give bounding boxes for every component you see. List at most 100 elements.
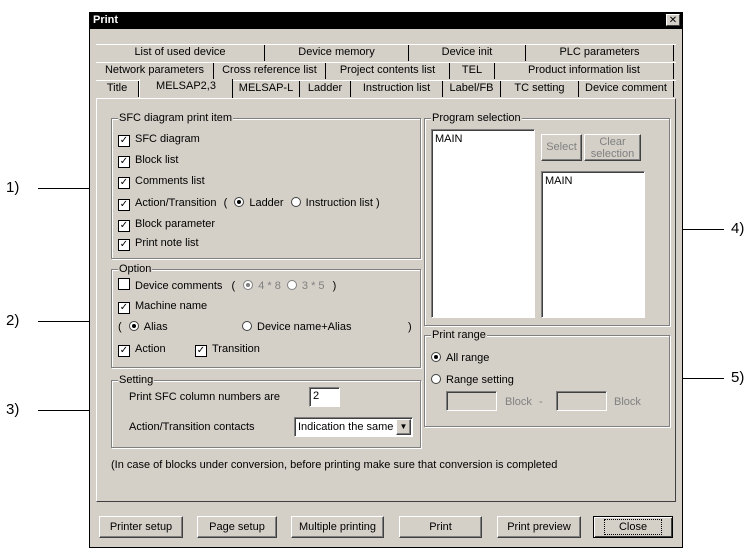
all-range-row[interactable]: All range [431,352,489,365]
transition-label: Transition [212,343,260,355]
program-selection-group: Program selection MAIN Select Clear sele… [424,112,670,326]
tab-melsap-l[interactable]: MELSAP-L [233,81,300,97]
range-end-input[interactable] [556,391,607,411]
block-parameter-label: Block parameter [135,218,216,230]
comments-list-checkbox-row[interactable]: ✓ Comments list [118,175,205,189]
sfc-diagram-checkbox[interactable]: ✓ [118,135,130,147]
contacts-select-value: Indication the same [298,421,394,433]
tab-row-3: Title MELSAP2,3 MELSAP-L Ladder Instruct… [96,79,676,99]
device-name-alias-radio-label: Device name+Alias [257,321,352,333]
contacts-select[interactable]: Indication the same ▼ [294,417,413,437]
selected-program-item[interactable]: MAIN [545,175,573,187]
clear-selection-button[interactable]: Clear selection [584,134,641,161]
machine-name-checkbox[interactable]: ✓ [118,302,130,314]
action-checkbox[interactable]: ✓ [118,345,130,357]
sfc-diagram-checkbox-row[interactable]: ✓ SFC diagram [118,133,200,147]
size-paren-open: ( [231,280,236,292]
tab-project-contents-list[interactable]: Project contents list [326,63,450,79]
tab-list-of-used-device[interactable]: List of used device [96,45,265,61]
callout-3: 3) [6,401,20,418]
block-parameter-checkbox[interactable]: ✓ [118,220,130,232]
tab-label-fb[interactable]: Label/FB [443,81,501,97]
callout-4: 4) [731,220,745,237]
contacts-label: Action/Transition contacts [129,421,255,433]
tab-device-comment[interactable]: Device comment [579,81,674,97]
block-list-checkbox[interactable]: ✓ [118,156,130,168]
action-transition-checkbox[interactable]: ✓ [118,199,130,211]
page-setup-button[interactable]: Page setup [197,516,277,538]
device-name-alias-radio[interactable] [242,321,252,331]
instruction-list-radio[interactable] [290,197,301,207]
transition-checkbox-row[interactable]: ✓ Transition [195,343,260,357]
close-icon[interactable]: ✕ [666,14,680,26]
window-title: Print [93,14,119,26]
program-selection-legend: Program selection [431,112,522,124]
conversion-note: (In case of blocks under conversion, bef… [111,459,558,471]
program-list-selected[interactable]: MAIN [541,171,645,318]
size-3x5-radio[interactable] [286,280,297,290]
device-comments-row[interactable]: Device comments ( 4 * 8 3 * 5 ) [118,278,336,292]
comments-list-label: Comments list [135,175,205,187]
print-preview-button[interactable]: Print preview [497,516,581,538]
callout-5: 5) [731,369,745,386]
transition-checkbox[interactable]: ✓ [195,345,207,357]
multiple-printing-button[interactable]: Multiple printing [291,516,384,538]
print-range-legend: Print range [431,329,487,341]
tab-device-init[interactable]: Device init [409,45,526,61]
machine-name-row[interactable]: ✓ Machine name [118,300,208,314]
close-button[interactable]: Close [593,516,673,538]
tab-network-parameters[interactable]: Network parameters [96,63,214,79]
block-list-checkbox-row[interactable]: ✓ Block list [118,154,179,168]
action-transition-label: Action/Transition [135,197,217,209]
tab-instruction-list[interactable]: Instruction list [351,81,443,97]
select-button[interactable]: Select [541,134,582,161]
tab-cross-reference-list[interactable]: Cross reference list [214,63,326,79]
tab-tel[interactable]: TEL [450,63,495,79]
device-comments-label: Device comments [135,280,223,292]
action-checkbox-row[interactable]: ✓ Action [118,343,166,357]
block-parameter-checkbox-row[interactable]: ✓ Block parameter [118,218,216,232]
tab-row-2: Network parameters Cross reference list … [96,62,676,80]
name-paren-close: ) [408,321,412,333]
option-group-legend: Option [118,263,153,275]
chevron-down-icon[interactable]: ▼ [396,419,411,435]
alias-radio[interactable] [128,321,139,331]
tab-ladder[interactable]: Ladder [300,81,351,97]
instruction-list-radio-label: Instruction list [305,197,373,209]
device-comments-checkbox[interactable] [118,278,130,290]
print-note-list-checkbox[interactable]: ✓ [118,239,130,251]
printer-setup-button[interactable]: Printer setup [99,516,183,538]
setting-group-legend: Setting [118,374,155,386]
all-range-radio[interactable] [431,352,441,362]
tab-device-memory[interactable]: Device memory [265,45,409,61]
program-list-available[interactable]: MAIN [431,129,535,318]
name-mode-row: ( Alias [118,321,168,334]
device-name-alias-row[interactable]: Device name+Alias [242,321,351,334]
tab-product-information-list[interactable]: Product information list [495,63,674,79]
block-list-label: Block list [135,154,179,166]
close-button-label: Close [603,519,663,535]
print-note-list-checkbox-row[interactable]: ✓ Print note list [118,237,199,251]
comments-list-checkbox[interactable]: ✓ [118,177,130,189]
print-button[interactable]: Print [399,516,482,538]
size-4x8-label: 4 * 8 [258,280,281,292]
column-numbers-input[interactable]: 2 [309,387,340,407]
range-setting-label: Range setting [446,374,514,386]
action-transition-row[interactable]: ✓ Action/Transition ( Ladder Instruction … [118,197,380,211]
setting-group: Setting Print SFC column numbers are 2 A… [111,374,421,448]
tab-tc-setting[interactable]: TC setting [501,81,579,97]
range-dash: - [539,396,543,408]
range-start-input[interactable] [446,391,497,411]
ladder-radio[interactable] [234,197,245,207]
program-list-item[interactable]: MAIN [435,133,463,145]
size-4x8-radio[interactable] [243,280,254,290]
callout-2: 2) [6,312,20,329]
tab-title[interactable]: Title [96,81,139,97]
machine-name-label: Machine name [135,300,208,312]
tab-plc-parameters[interactable]: PLC parameters [526,45,674,61]
range-setting-row[interactable]: Range setting [431,374,514,387]
size-3x5-label: 3 * 5 [301,280,325,292]
sfc-print-item-group: SFC diagram print item ✓ SFC diagram ✓ Blo… [111,112,421,259]
range-setting-radio[interactable] [431,374,441,384]
tab-melsap23[interactable]: MELSAP2,3 [139,79,233,99]
